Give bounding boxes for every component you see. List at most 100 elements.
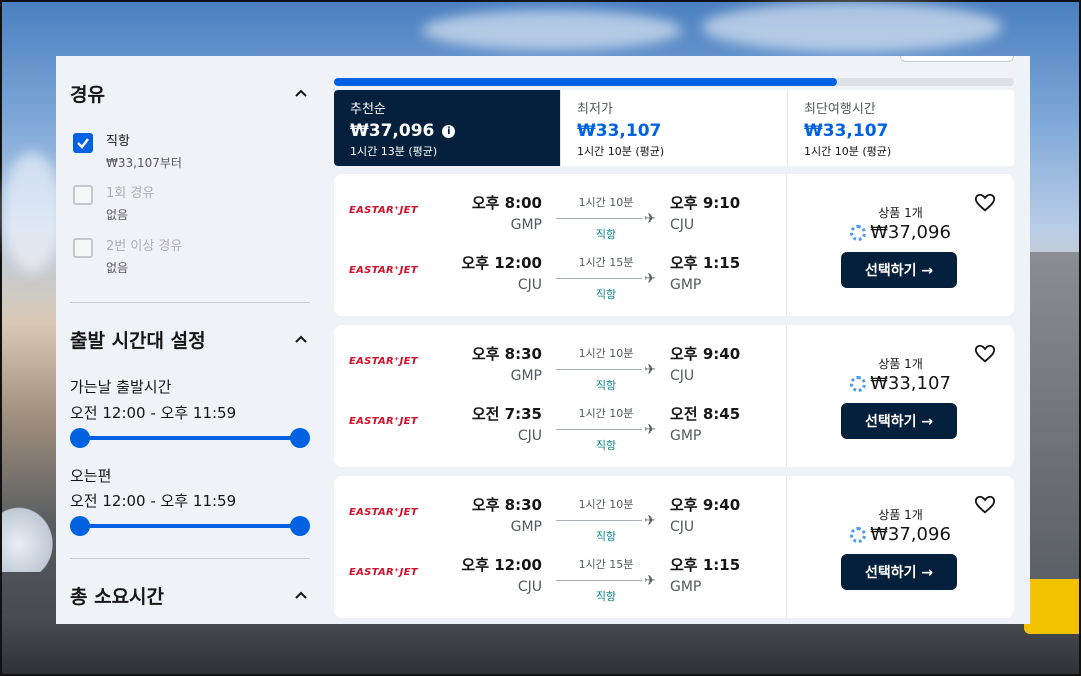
sort-tab-duration: 1시간 10분 (평균)	[804, 145, 892, 158]
sort-tab-fastest[interactable]: 최단여행시간 ₩33,107 1시간 10분 (평균)	[788, 90, 1014, 166]
departure-airport: GMP	[510, 217, 542, 233]
stop-option-multi-stop[interactable]: 2번 이상 경유 없음	[73, 236, 182, 278]
stop-option-label: 2번 이상 경유	[106, 239, 183, 254]
sort-tab-name: 추천순	[350, 102, 386, 117]
return-time-label: 오는편	[70, 467, 112, 485]
loading-spinner-icon	[850, 375, 867, 392]
outbound-leg: EASTAR⁺JET 오후 8:00 GMP 1시간 10분 ✈ 직항 오후 9:10…	[334, 188, 786, 241]
outbound-time-range: 오전 12:00 - 오후 11:59	[70, 404, 237, 422]
flight-result-card[interactable]: EASTAR⁺JET 오후 8:30 GMP 1시간 10분 ✈ 직항 오후 9:40…	[334, 476, 1014, 618]
background-terminal	[1024, 252, 1079, 582]
itinerary: EASTAR⁺JET 오후 8:30 GMP 1시간 10분 ✈ 직항 오후 9:40…	[334, 325, 786, 467]
return-time-slider[interactable]	[70, 516, 310, 536]
return-leg: EASTAR⁺JET 오전 7:35 CJU 1시간 10분 ✈ 직항 오전 8:45…	[334, 399, 786, 452]
slider-handle-start[interactable]	[70, 428, 90, 448]
airline-logo: EASTAR⁺JET	[349, 416, 418, 427]
departure-time: 오전 7:35	[471, 405, 542, 423]
chevron-up-icon[interactable]	[292, 85, 310, 103]
duration-filter-header[interactable]: 총 소요시간	[70, 582, 310, 609]
stops-label: 직항	[595, 288, 617, 301]
departure-time: 오후 12:00	[461, 254, 542, 272]
sort-tab-cheapest[interactable]: 최저가 ₩33,107 1시간 10분 (평균)	[561, 90, 788, 166]
background-plane	[2, 502, 58, 572]
departure-airport: GMP	[510, 368, 542, 384]
slider-handle-start[interactable]	[70, 516, 90, 536]
background-cloud	[2, 152, 62, 272]
stop-option-price: 없음	[106, 208, 129, 222]
departure-airport: CJU	[517, 428, 542, 444]
sort-tab-name: 최단여행시간	[804, 102, 876, 117]
price: ₩37,096	[870, 524, 951, 545]
departure-times-header[interactable]: 출발 시간대 설정	[70, 326, 310, 353]
arrival-time: 오후 9:40	[670, 496, 741, 514]
departure-airport: CJU	[517, 579, 542, 595]
sort-tab-duration: 1시간 10분 (평균)	[577, 145, 665, 158]
slider-handle-end[interactable]	[290, 428, 310, 448]
flight-duration: 1시간 15분	[578, 256, 634, 269]
stop-option-price: ₩33,107부터	[106, 156, 182, 170]
price: ₩37,096	[870, 222, 951, 243]
return-time-range: 오전 12:00 - 오후 11:59	[70, 492, 237, 510]
flight-duration: 1시간 10분	[578, 196, 634, 209]
stops-filter-header[interactable]: 경유	[70, 80, 310, 107]
stops-label: 직항	[595, 530, 617, 543]
sort-dropdown-button[interactable]	[900, 56, 1014, 62]
outbound-time-slider[interactable]	[70, 428, 310, 448]
loading-spinner-icon	[850, 526, 867, 543]
return-leg: EASTAR⁺JET 오후 12:00 CJU 1시간 15분 ✈ 직항 오후 1:1…	[334, 550, 786, 603]
arrival-time: 오후 9:40	[670, 345, 741, 363]
plane-icon: ✈	[644, 211, 656, 227]
return-leg: EASTAR⁺JET 오후 12:00 CJU 1시간 15분 ✈ 직항 오후 1:1…	[334, 248, 786, 301]
background-vehicle	[1024, 579, 1079, 634]
stops-label: 직항	[595, 379, 617, 392]
stop-option-label: 1회 경유	[106, 186, 155, 201]
departure-airport: CJU	[517, 277, 542, 293]
slider-handle-end[interactable]	[290, 516, 310, 536]
checkbox-checked-icon[interactable]	[73, 133, 93, 153]
arrival-airport: GMP	[670, 428, 702, 444]
loading-spinner-icon	[850, 224, 867, 241]
price-section: 상품 1개 ₩33,107 선택하기 →	[786, 325, 1014, 467]
departure-time: 오후 8:00	[471, 194, 542, 212]
divider	[70, 302, 310, 303]
divider	[70, 558, 310, 559]
duration-filter-title: 총 소요시간	[70, 586, 165, 608]
flight-result-card[interactable]: EASTAR⁺JET 오후 8:00 GMP 1시간 10분 ✈ 직항 오후 9:10…	[334, 174, 1014, 316]
deals-count: 상품 1개	[878, 357, 923, 371]
info-icon[interactable]: i	[442, 124, 456, 138]
checkbox-icon[interactable]	[73, 185, 93, 205]
departure-time: 오후 12:00	[461, 556, 542, 574]
flight-duration: 1시간 15분	[578, 558, 634, 571]
arrival-time: 오후 9:10	[670, 194, 741, 212]
sort-tab-best[interactable]: 추천순 ₩37,096 i 1시간 13분 (평균)	[334, 90, 561, 166]
departure-time: 오후 8:30	[471, 496, 542, 514]
select-button[interactable]: 선택하기 →	[841, 403, 957, 439]
itinerary: EASTAR⁺JET 오후 8:30 GMP 1시간 10분 ✈ 직항 오후 9:40…	[334, 476, 786, 618]
flight-duration: 1시간 10분	[578, 498, 634, 511]
plane-icon: ✈	[644, 362, 656, 378]
price: ₩33,107	[870, 373, 951, 394]
stop-option-one-stop[interactable]: 1회 경유 없음	[73, 183, 154, 225]
outbound-leg: EASTAR⁺JET 오후 8:30 GMP 1시간 10분 ✈ 직항 오후 9:40…	[334, 339, 786, 392]
stop-option-direct[interactable]: 직항 ₩33,107부터	[73, 131, 182, 173]
search-results-panel: 경유 직항 ₩33,107부터 1회 경유 없음 2번 이상 경유 없음 출발 …	[56, 56, 1030, 624]
search-progress-fill	[334, 78, 838, 86]
arrival-airport: CJU	[670, 217, 695, 233]
chevron-up-icon[interactable]	[292, 587, 310, 605]
select-button[interactable]: 선택하기 →	[841, 252, 957, 288]
sort-tab-price: ₩37,096	[350, 121, 435, 141]
select-button[interactable]: 선택하기 →	[841, 554, 957, 590]
departure-time: 오후 8:30	[471, 345, 542, 363]
chevron-up-icon[interactable]	[292, 331, 310, 349]
stops-label: 직항	[595, 439, 617, 452]
airline-logo: EASTAR⁺JET	[349, 356, 418, 367]
plane-icon: ✈	[644, 573, 656, 589]
arrival-time: 오후 1:15	[670, 254, 741, 272]
flight-result-card[interactable]: EASTAR⁺JET 오후 8:30 GMP 1시간 10분 ✈ 직항 오후 9:40…	[334, 325, 1014, 467]
arrival-airport: CJU	[670, 368, 695, 384]
departure-airport: GMP	[510, 519, 542, 535]
checkbox-icon[interactable]	[73, 238, 93, 258]
airline-logo: EASTAR⁺JET	[349, 567, 418, 578]
stops-label: 직항	[595, 590, 617, 603]
background-cloud	[422, 10, 682, 50]
